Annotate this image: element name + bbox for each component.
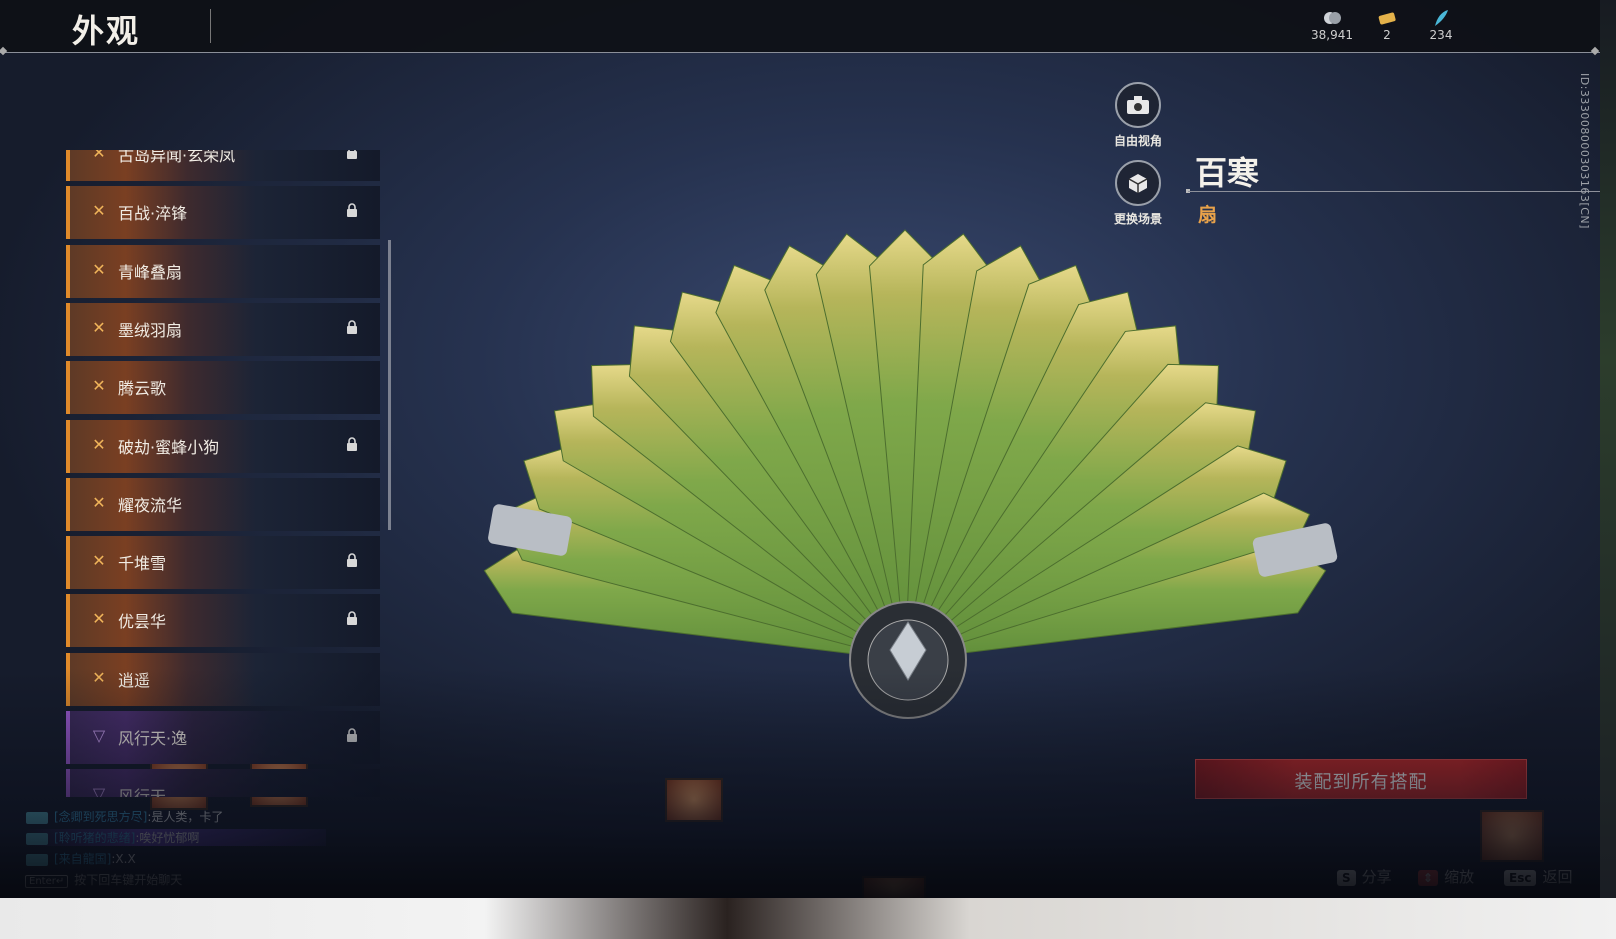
chat-sender[interactable]: [来自龍国] bbox=[54, 852, 111, 866]
lock-icon bbox=[347, 611, 357, 625]
chat-input-hint[interactable]: Enter↵ 按下回车键开始聊天 bbox=[25, 871, 182, 888]
lock-icon bbox=[347, 150, 357, 159]
list-item[interactable]: ✕ 破劫·蜜蜂小狗 bbox=[66, 420, 380, 473]
game-viewport[interactable]: 外观 38,941 2 234 ✕ 古岛异闻·玄荣凤 ✕ 百战·淬锋 ✕ 青峰叠扇 ✕ 墨绒羽… bbox=[0, 0, 1600, 898]
list-item[interactable]: ▽ 风行天 bbox=[66, 769, 380, 797]
list-item-label: 古岛异闻·玄荣凤 bbox=[118, 150, 236, 165]
free-view-button[interactable]: 自由视角 bbox=[1098, 82, 1178, 149]
chat-sender[interactable]: [聆听猪的悲绪] bbox=[54, 831, 135, 845]
ticket-icon bbox=[1378, 12, 1396, 25]
currency-feathers-value: 234 bbox=[1429, 28, 1453, 42]
list-item-label: 百战·淬锋 bbox=[118, 204, 188, 223]
currency-tickets-value: 2 bbox=[1383, 28, 1391, 42]
list-item-label: 优昙华 bbox=[118, 612, 167, 631]
list-scrollbar[interactable] bbox=[388, 240, 391, 530]
rarity-orange-icon: ✕ bbox=[92, 493, 106, 512]
title-divider bbox=[210, 9, 211, 43]
chat-hint-text: 按下回车键开始聊天 bbox=[74, 873, 183, 887]
list-item-label: 风行天·逸 bbox=[118, 729, 188, 748]
top-bar: 外观 38,941 2 234 bbox=[0, 0, 1600, 53]
change-scene-label: 更换场景 bbox=[1113, 212, 1162, 226]
camera-icon bbox=[1115, 82, 1161, 128]
lock-icon bbox=[347, 320, 357, 334]
chat-channel-icon bbox=[26, 811, 48, 824]
background-window-edge bbox=[1600, 0, 1616, 898]
enter-key-icon: Enter↵ bbox=[25, 875, 69, 888]
list-item[interactable]: ✕ 逍遥 bbox=[66, 653, 380, 706]
lock-icon bbox=[347, 437, 357, 451]
player-id: ID:333008000303163[CN] bbox=[1578, 73, 1591, 229]
list-item-label: 青峰叠扇 bbox=[118, 263, 183, 282]
chat-sender[interactable]: [念卿到死思方尽] bbox=[54, 810, 147, 824]
list-item-label: 腾云歌 bbox=[118, 379, 167, 398]
appearance-list[interactable]: ✕ 古岛异闻·玄荣凤 ✕ 百战·淬锋 ✕ 青峰叠扇 ✕ 墨绒羽扇 ✕ 腾云歌 ✕ 破劫·蜜蜂小狗 ✕ 耀夜… bbox=[66, 150, 382, 797]
lantern-decoration bbox=[862, 876, 926, 898]
chat-text: :唉好忧郁啊 bbox=[135, 831, 200, 845]
chat-channel-icon bbox=[26, 832, 48, 845]
share-hotkey[interactable]: S 分享 bbox=[1337, 866, 1392, 887]
rarity-orange-icon: ✕ bbox=[92, 201, 106, 220]
cube-icon bbox=[1115, 160, 1161, 206]
back-hotkey[interactable]: Esc 返回 bbox=[1504, 866, 1572, 887]
feather-icon bbox=[1435, 10, 1448, 26]
chat-message: [聆听猪的悲绪]:唉好忧郁啊 bbox=[26, 829, 326, 846]
item-name: 百寒 bbox=[1195, 154, 1260, 192]
free-view-label: 自由视角 bbox=[1113, 134, 1162, 148]
zoom-key: ⇕ bbox=[1418, 869, 1439, 886]
lock-icon bbox=[347, 203, 357, 217]
list-item[interactable]: ✕ 耀夜流华 bbox=[66, 478, 380, 531]
list-item[interactable]: ✕ 千堆雪 bbox=[66, 536, 380, 589]
lock-icon bbox=[347, 553, 357, 567]
rarity-orange-icon: ✕ bbox=[92, 435, 106, 454]
currency-tickets[interactable]: 2 bbox=[1357, 8, 1417, 42]
chat-channel-icon bbox=[26, 853, 48, 866]
list-item-label: 逍遥 bbox=[118, 671, 151, 690]
rarity-purple-icon: ▽ bbox=[92, 726, 106, 745]
currency-coins-value: 38,941 bbox=[1311, 28, 1353, 42]
rarity-orange-icon: ✕ bbox=[92, 318, 106, 337]
rarity-orange-icon: ✕ bbox=[92, 668, 106, 687]
list-item[interactable]: ✕ 优昙华 bbox=[66, 594, 380, 647]
rarity-orange-icon: ✕ bbox=[92, 609, 106, 628]
chat-message: [念卿到死思方尽]:是人类，卡了 bbox=[26, 808, 223, 825]
lantern-decoration bbox=[665, 778, 723, 822]
rarity-orange-icon: ✕ bbox=[92, 260, 106, 279]
currency-coins[interactable]: 38,941 bbox=[1302, 8, 1362, 42]
list-item-label: 耀夜流华 bbox=[118, 496, 183, 515]
lantern-decoration bbox=[1480, 810, 1544, 862]
equip-all-button[interactable]: 装配到所有搭配 bbox=[1195, 759, 1527, 799]
esc-key: Esc bbox=[1504, 869, 1537, 886]
page-title: 外观 bbox=[72, 12, 141, 50]
list-item-label: 破劫·蜜蜂小狗 bbox=[118, 438, 220, 457]
share-key: S bbox=[1337, 869, 1356, 886]
list-item[interactable]: ✕ 古岛异闻·玄荣凤 bbox=[66, 150, 380, 181]
list-item[interactable]: ✕ 青峰叠扇 bbox=[66, 245, 380, 298]
chat-message: [来自龍国]:X.X bbox=[26, 850, 136, 867]
background-webcam-strip bbox=[0, 898, 1616, 939]
lock-icon bbox=[347, 728, 357, 742]
chat-text: :是人类，卡了 bbox=[147, 810, 224, 824]
coin-icon bbox=[1324, 12, 1341, 24]
share-label: 分享 bbox=[1361, 868, 1392, 886]
list-item[interactable]: ✕ 墨绒羽扇 bbox=[66, 303, 380, 356]
list-item[interactable]: ✕ 百战·淬锋 bbox=[66, 186, 380, 239]
rarity-purple-icon: ▽ bbox=[92, 784, 106, 798]
rarity-orange-icon: ✕ bbox=[92, 150, 106, 162]
list-item[interactable]: ▽ 风行天·逸 bbox=[66, 711, 380, 764]
back-label: 返回 bbox=[1542, 868, 1573, 886]
zoom-hotkey[interactable]: ⇕ 缩放 bbox=[1418, 866, 1474, 887]
list-item-label: 墨绒羽扇 bbox=[118, 321, 183, 340]
item-type: 扇 bbox=[1198, 204, 1218, 226]
currency-feathers[interactable]: 234 bbox=[1411, 8, 1471, 42]
rarity-orange-icon: ✕ bbox=[92, 551, 106, 570]
list-item-label: 千堆雪 bbox=[118, 554, 167, 573]
list-item-label: 风行天 bbox=[118, 787, 167, 797]
equip-all-label: 装配到所有搭配 bbox=[1294, 772, 1428, 793]
change-scene-button[interactable]: 更换场景 bbox=[1098, 160, 1178, 227]
chat-text: :X.X bbox=[111, 852, 136, 866]
list-item[interactable]: ✕ 腾云歌 bbox=[66, 361, 380, 414]
rarity-orange-icon: ✕ bbox=[92, 376, 106, 395]
name-divider bbox=[1188, 191, 1600, 192]
zoom-label: 缩放 bbox=[1444, 868, 1475, 886]
